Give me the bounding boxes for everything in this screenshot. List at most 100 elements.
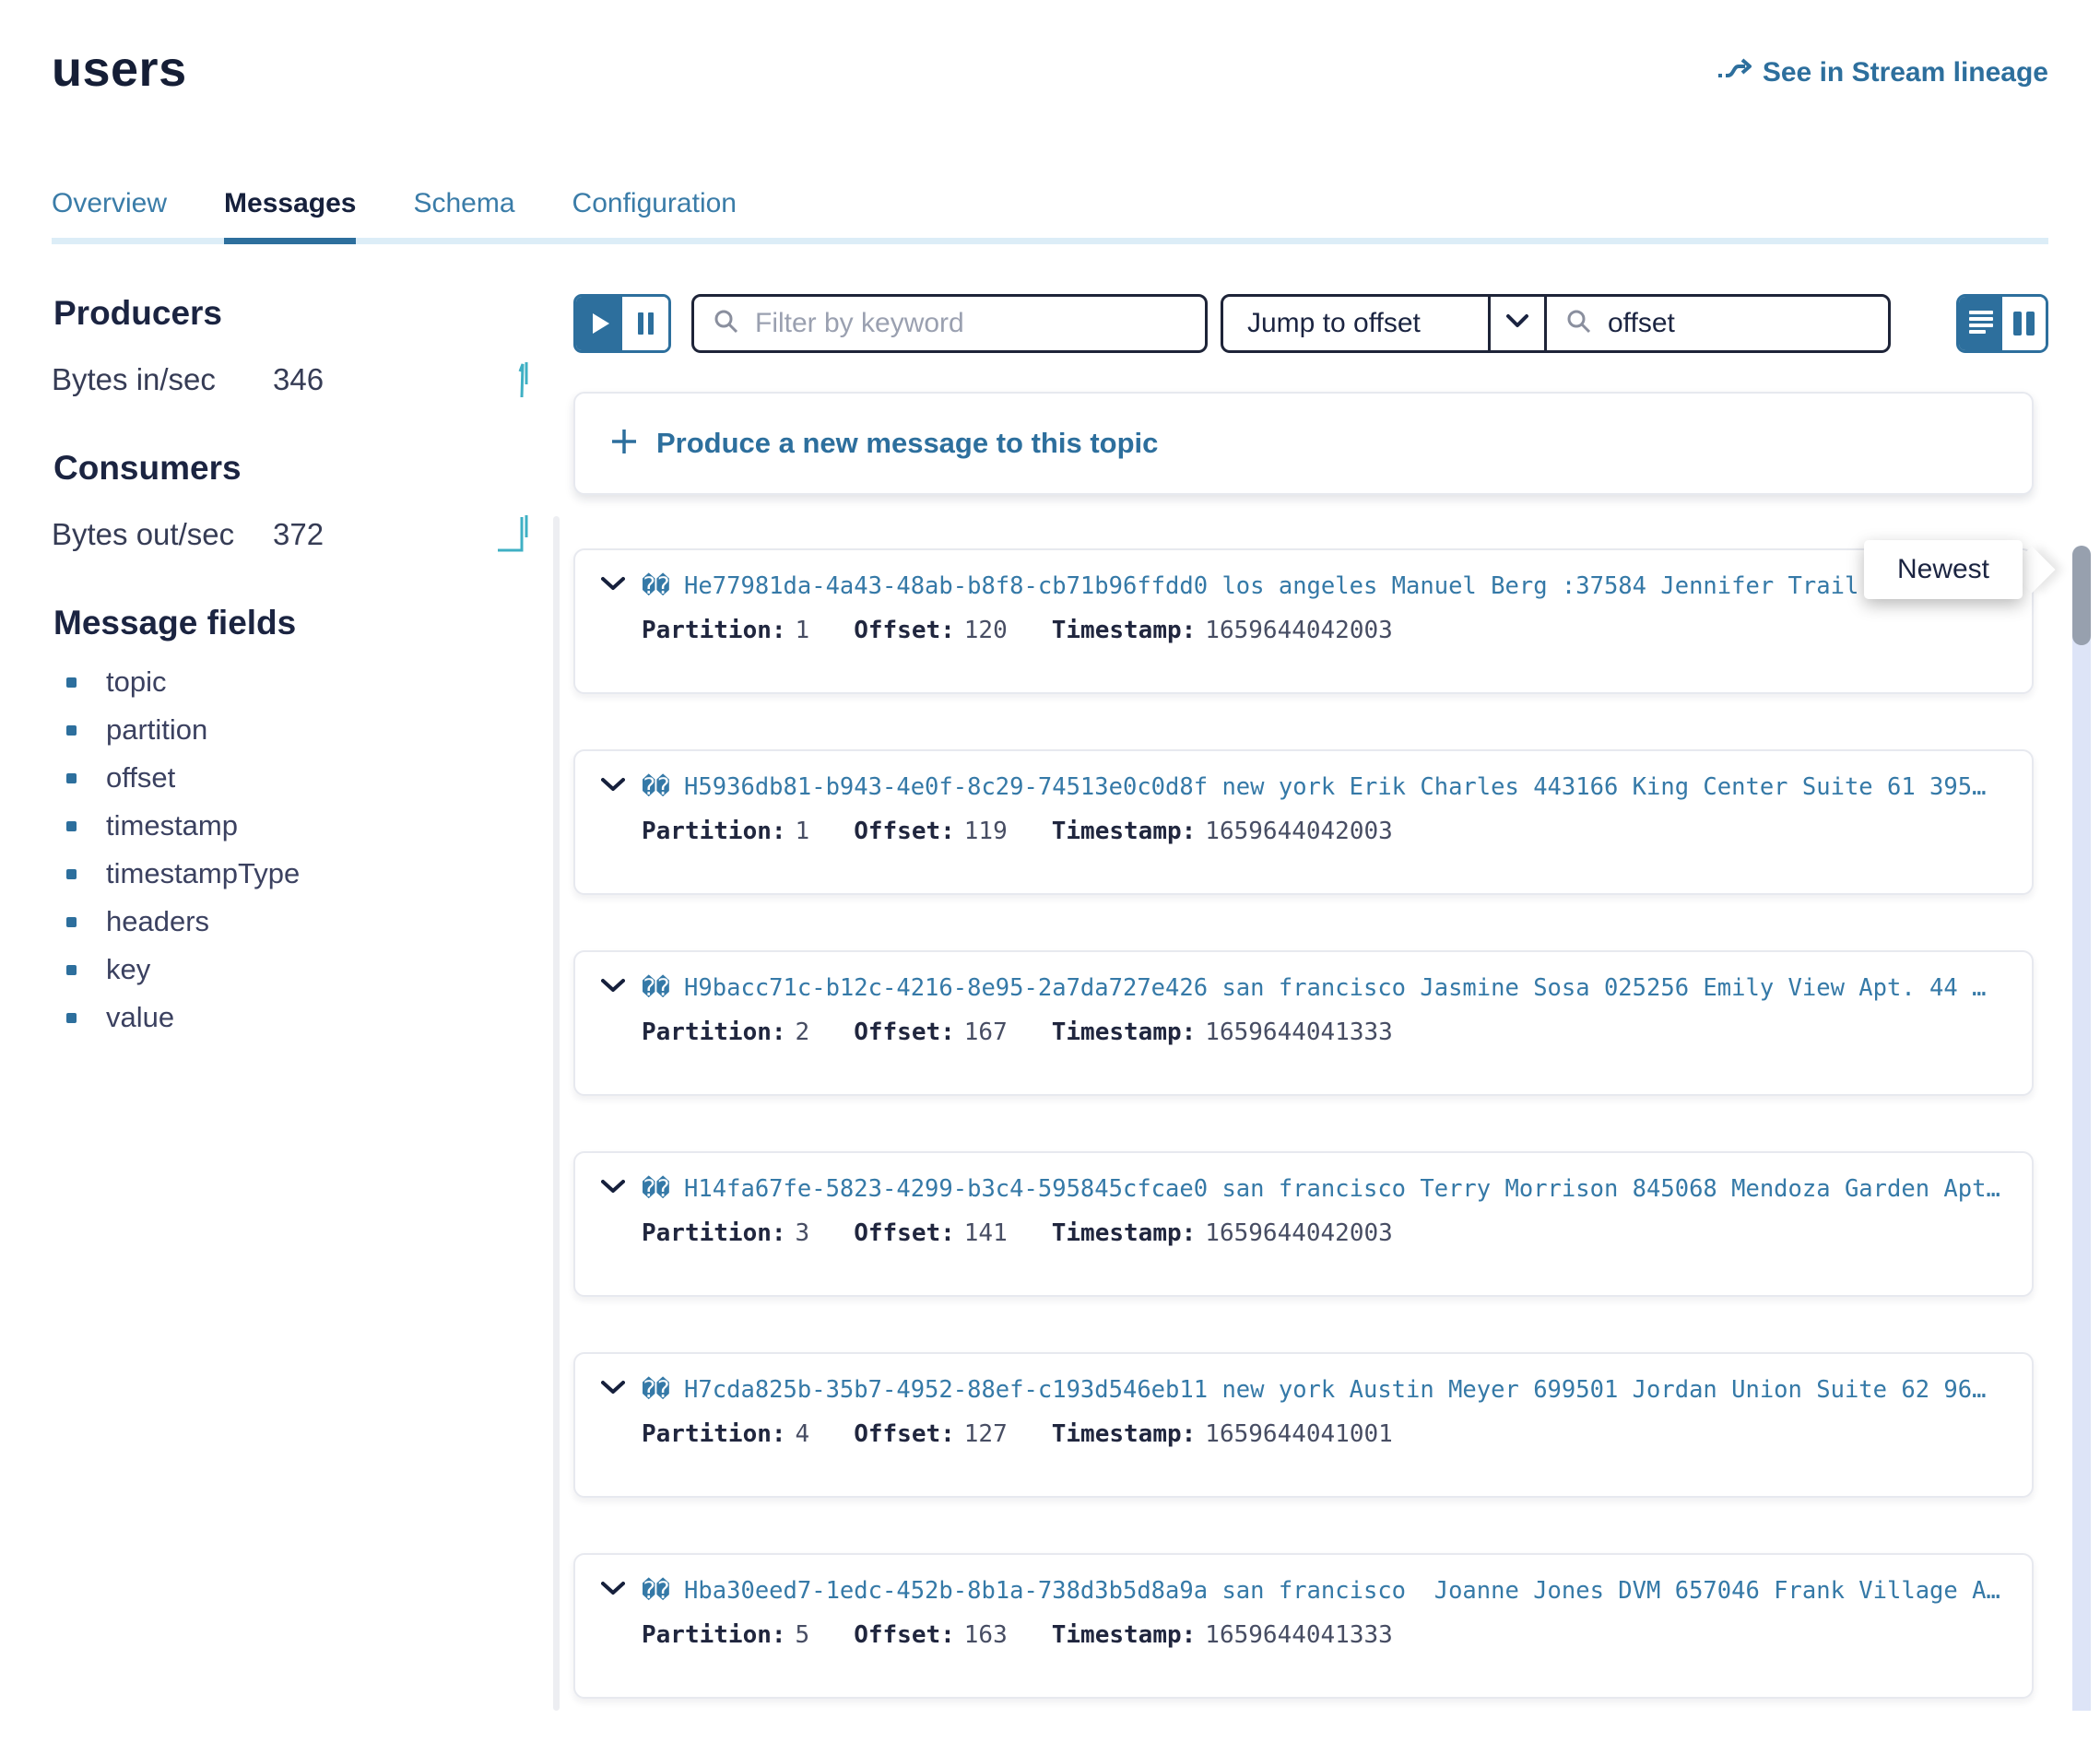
expand-chevron-icon[interactable]	[601, 777, 625, 797]
stream-lineage-link[interactable]: See in Stream lineage	[1717, 55, 2048, 90]
consumers-heading: Consumers	[53, 449, 557, 488]
timestamp-field: Timestamp:1659644042003	[1052, 818, 1393, 845]
offset-search	[1547, 297, 1888, 350]
field-bullet-icon	[66, 965, 77, 975]
field-label: timestamp	[106, 809, 238, 842]
produce-message-label: Produce a new message to this topic	[656, 427, 1158, 460]
offset-field: Offset:141	[854, 1219, 1008, 1247]
jump-to-offset-control: Jump to offset	[1221, 294, 1891, 353]
producers-heading: Producers	[53, 294, 557, 333]
partition-value: 4	[796, 1420, 810, 1448]
partition-label: Partition:	[642, 1621, 786, 1649]
scrollbar-track[interactable]	[2072, 546, 2091, 1711]
field-item-value[interactable]: value	[66, 1004, 557, 1031]
scrollbar-thumb[interactable]	[2072, 546, 2091, 645]
newest-tooltip: Newest	[1864, 540, 2023, 599]
tab-schema[interactable]: Schema	[413, 188, 514, 238]
plus-icon	[610, 428, 638, 460]
offset-field: Offset:119	[854, 818, 1008, 845]
keyword-filter-input[interactable]	[753, 307, 1186, 340]
split-view-button[interactable]	[2002, 297, 2046, 350]
bytes-out-metric: Bytes out/sec 372	[52, 513, 557, 556]
timestamp-value: 1659644041001	[1205, 1420, 1393, 1448]
offset-field: Offset:163	[854, 1621, 1008, 1649]
search-icon	[1565, 308, 1593, 340]
produce-message-button[interactable]: Produce a new message to this topic	[573, 392, 2034, 495]
partition-field: Partition:1	[642, 617, 809, 644]
expand-chevron-icon[interactable]	[601, 1581, 625, 1601]
offset-label: Offset:	[854, 1420, 955, 1448]
keyword-filter	[691, 294, 1208, 353]
field-label: partition	[106, 713, 207, 747]
field-label: timestampType	[106, 857, 300, 890]
message-summary: �� H14fa67fe-5823-4299-b3c4-595845cfcae0…	[642, 1175, 2006, 1203]
tab-bar: Overview Messages Schema Configuration	[52, 188, 2048, 238]
message-row[interactable]: �� H7cda825b-35b7-4952-88ef-c193d546eb11…	[573, 1352, 2034, 1498]
message-row[interactable]: �� H14fa67fe-5823-4299-b3c4-595845cfcae0…	[573, 1151, 2034, 1297]
message-summary: �� He77981da-4a43-48ab-b8f8-cb71b96ffdd0…	[642, 572, 2006, 600]
tab-messages[interactable]: Messages	[224, 188, 356, 238]
tab-overview[interactable]: Overview	[52, 188, 167, 238]
offset-value: 163	[964, 1621, 1008, 1649]
timestamp-label: Timestamp:	[1052, 617, 1197, 644]
expand-chevron-icon[interactable]	[601, 1380, 625, 1400]
offset-field: Offset:167	[854, 1018, 1008, 1046]
play-pause-toggle	[573, 294, 671, 353]
field-item-timestamp[interactable]: timestamp	[66, 812, 557, 840]
bytes-out-sparkline	[496, 512, 537, 559]
expand-chevron-icon[interactable]	[601, 576, 625, 596]
field-bullet-icon	[66, 917, 77, 927]
message-row[interactable]: �� Hba30eed7-1edc-452b-8b1a-738d3b5d8a9a…	[573, 1553, 2034, 1699]
list-view-icon	[1968, 309, 1994, 339]
field-item-topic[interactable]: topic	[66, 668, 557, 696]
timestamp-label: Timestamp:	[1052, 1621, 1197, 1649]
topic-page: users See in Stream lineage Overview Mes…	[0, 0, 2100, 1754]
field-label: headers	[106, 905, 209, 938]
jump-to-offset-label: Jump to offset	[1247, 308, 1421, 339]
pause-button[interactable]	[622, 297, 668, 350]
list-view-button[interactable]	[1959, 297, 2002, 350]
tab-configuration[interactable]: Configuration	[572, 188, 737, 238]
timestamp-field: Timestamp:1659644041333	[1052, 1621, 1393, 1649]
timestamp-value: 1659644041333	[1205, 1018, 1393, 1046]
offset-field: Offset:127	[854, 1420, 1008, 1448]
message-row[interactable]: �� H9bacc71c-b12c-4216-8e95-2a7da727e426…	[573, 950, 2034, 1096]
messages-toolbar: Jump to offset	[573, 294, 2048, 353]
expand-chevron-icon[interactable]	[601, 1179, 625, 1199]
partition-label: Partition:	[642, 1018, 786, 1046]
offset-field: Offset:120	[854, 617, 1008, 644]
timestamp-value: 1659644042003	[1205, 818, 1393, 845]
field-item-partition[interactable]: partition	[66, 716, 557, 744]
jump-select-dropdown-button[interactable]	[1491, 297, 1547, 350]
timestamp-value: 1659644042003	[1205, 1219, 1393, 1247]
field-bullet-icon	[66, 821, 77, 831]
play-icon	[593, 313, 609, 334]
page-header: users See in Stream lineage	[52, 0, 2048, 98]
split-view-icon	[2026, 312, 2035, 335]
message-row[interactable]: �� H5936db81-b943-4e0f-8c29-74513e0c0d8f…	[573, 749, 2034, 895]
field-item-headers[interactable]: headers	[66, 908, 557, 936]
message-row-header: �� H7cda825b-35b7-4952-88ef-c193d546eb11…	[601, 1376, 2006, 1404]
timestamp-field: Timestamp: 1659644042003	[1052, 617, 1393, 644]
field-bullet-icon	[66, 869, 77, 879]
timestamp-value: 1659644042003	[1205, 617, 1393, 644]
field-item-timestampType[interactable]: timestampType	[66, 860, 557, 888]
partition-label: Partition:	[642, 1219, 786, 1247]
offset-value: 119	[964, 818, 1008, 845]
play-button[interactable]	[576, 297, 622, 350]
timestamp-field: Timestamp:1659644041001	[1052, 1420, 1393, 1448]
partition-label: Partition:	[642, 617, 786, 644]
field-item-key[interactable]: key	[66, 956, 557, 983]
jump-to-offset-select[interactable]: Jump to offset	[1223, 297, 1491, 350]
bytes-in-metric: Bytes in/sec 346	[52, 359, 557, 401]
expand-chevron-icon[interactable]	[601, 978, 625, 998]
message-summary: �� H5936db81-b943-4e0f-8c29-74513e0c0d8f…	[642, 773, 2006, 801]
offset-value: 120	[964, 617, 1008, 644]
message-row[interactable]: �� He77981da-4a43-48ab-b8f8-cb71b96ffdd0…	[573, 548, 2034, 694]
timestamp-label: Timestamp:	[1052, 1018, 1197, 1046]
lineage-label: See in Stream lineage	[1763, 57, 2048, 88]
field-item-offset[interactable]: offset	[66, 764, 557, 792]
message-meta: Partition:1 Offset:119 Timestamp:1659644…	[642, 818, 2006, 845]
offset-search-input[interactable]	[1606, 307, 1870, 340]
list-wrap: Produce a new message to this topic �� H…	[573, 392, 2048, 1699]
